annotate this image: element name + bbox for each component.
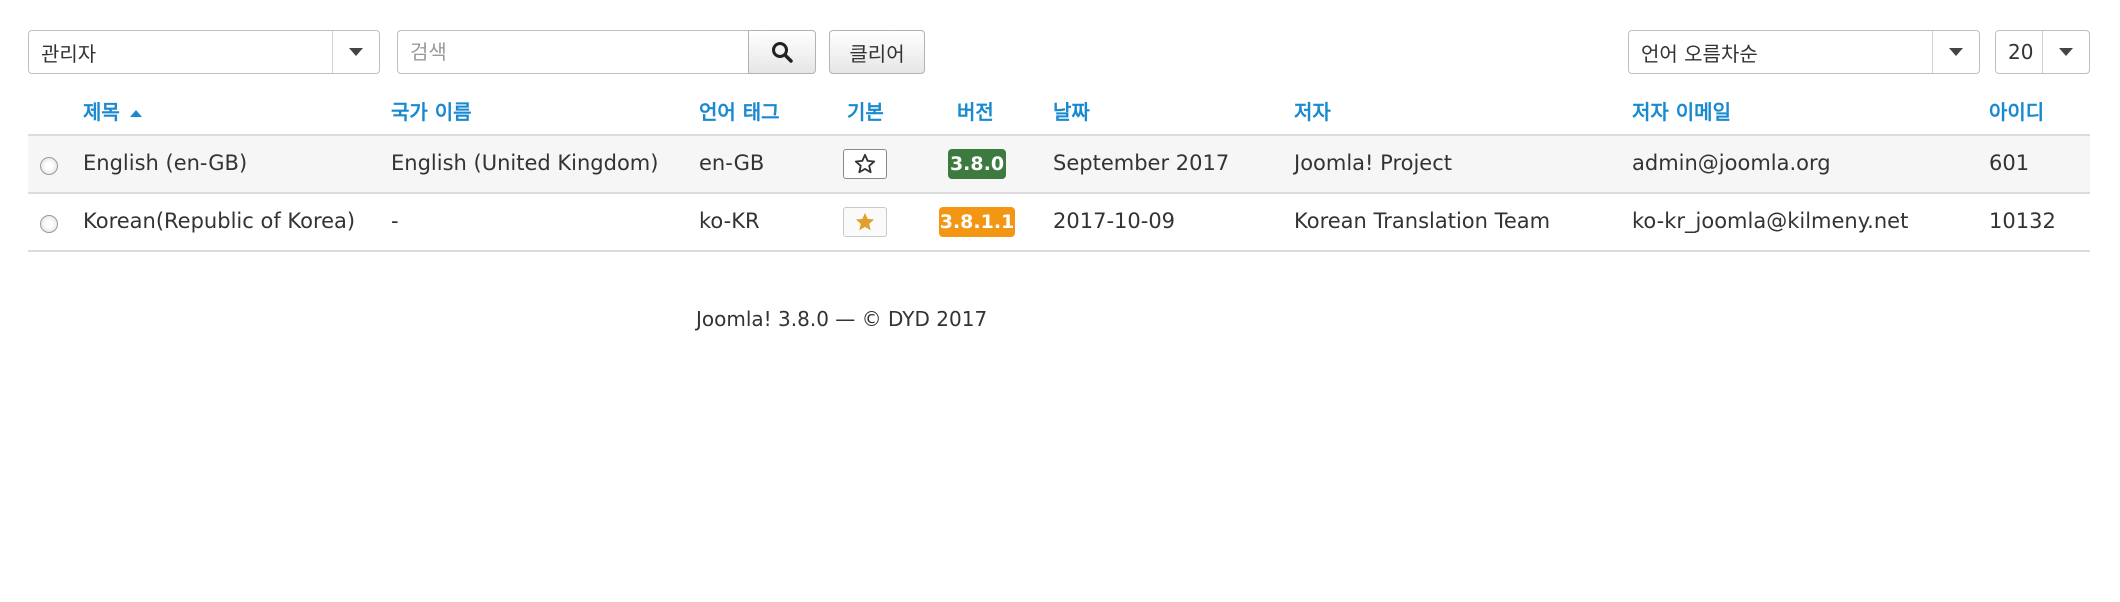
chevron-down-icon — [2042, 31, 2089, 73]
language-tag: en-GB — [699, 151, 765, 175]
column-header-version[interactable]: 버전 — [957, 96, 994, 125]
row-divider — [28, 192, 2090, 194]
language-id: 601 — [1989, 151, 2030, 175]
version-badge: 3.8.1.1 — [939, 207, 1015, 237]
release-date: 2017-10-09 — [1053, 209, 1176, 233]
star-filled-icon — [855, 212, 875, 231]
sort-select[interactable]: 언어 오름차순 — [1628, 30, 1980, 74]
column-header-date[interactable]: 날짜 — [1053, 96, 1090, 125]
row-divider — [28, 250, 2090, 252]
column-header-tag[interactable]: 언어 태그 — [699, 96, 780, 125]
column-header-author[interactable]: 저자 — [1294, 96, 1331, 125]
limit-select[interactable]: 20 — [1995, 30, 2090, 74]
row-select-radio[interactable] — [40, 215, 58, 233]
column-header-default[interactable]: 기본 — [847, 96, 884, 125]
clear-button[interactable]: 클리어 — [829, 30, 925, 74]
client-filter-value: 관리자 — [41, 41, 97, 66]
search-icon — [772, 42, 793, 63]
column-header-id[interactable]: 아이디 — [1989, 96, 2044, 125]
footer-text: Joomla! 3.8.0 — © DYD 2017 — [696, 307, 988, 331]
clear-button-label: 클리어 — [849, 41, 905, 66]
language-id: 10132 — [1989, 209, 2056, 233]
row-select-radio[interactable] — [40, 157, 58, 175]
column-header-country[interactable]: 국가 이름 — [391, 96, 472, 125]
country-name: - — [391, 209, 399, 233]
language-title: English (en-GB) — [83, 151, 248, 175]
version-badge: 3.8.0 — [948, 149, 1006, 179]
client-filter-select[interactable]: 관리자 — [28, 30, 380, 74]
sort-asc-icon — [129, 109, 142, 117]
set-default-button[interactable] — [843, 149, 887, 179]
language-tag: ko-KR — [699, 209, 760, 233]
chevron-down-icon — [1932, 31, 1979, 73]
column-header-title[interactable]: 제목 — [83, 96, 143, 125]
author-email: admin@joomla.org — [1632, 151, 1831, 175]
limit-value: 20 — [2008, 40, 2034, 64]
search-input[interactable] — [397, 30, 749, 74]
release-date: September 2017 — [1053, 151, 1230, 175]
sort-value: 언어 오름차순 — [1641, 41, 1758, 66]
star-outline-icon — [854, 153, 876, 174]
search-button[interactable] — [748, 30, 816, 74]
language-title: Korean(Republic of Korea) — [83, 209, 356, 233]
default-indicator — [843, 207, 887, 237]
country-name: English (United Kingdom) — [391, 151, 659, 175]
column-title-label: 제목 — [83, 100, 120, 124]
author-name: Korean Translation Team — [1294, 209, 1551, 233]
column-header-email[interactable]: 저자 이메일 — [1632, 96, 1731, 125]
chevron-down-icon — [332, 31, 379, 73]
author-email: ko-kr_joomla@kilmeny.net — [1632, 209, 1909, 233]
author-name: Joomla! Project — [1294, 151, 1452, 175]
